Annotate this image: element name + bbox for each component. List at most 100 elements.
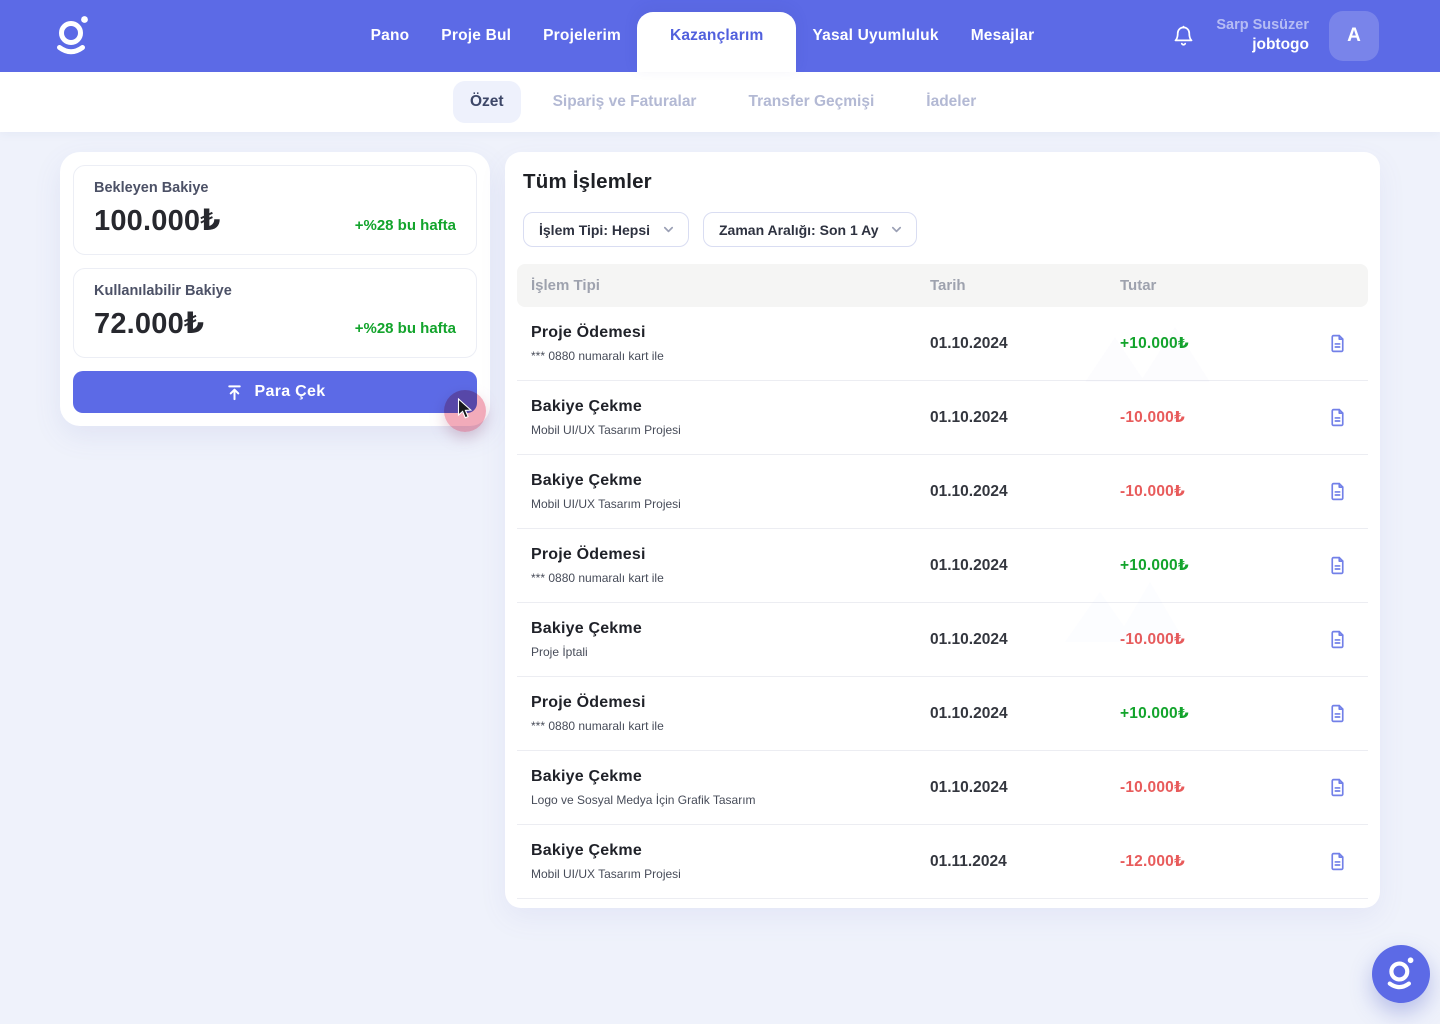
transactions-table: İşlem Tipi Tarih Tutar Proje Ödemesi ***… [517, 264, 1368, 899]
receipt-button[interactable] [1320, 327, 1354, 361]
transaction-amount: -10.000₺ [1120, 409, 1185, 426]
jobtogo-logo-icon [57, 16, 88, 55]
pending-balance-card: Bekleyen Bakiye 100.000₺ +%28 bu hafta [73, 165, 477, 255]
transaction-date: 01.10.2024 [930, 704, 1008, 722]
nav-items: Pano Proje Bul Projelerim Kazançlarım Ya… [355, 0, 1051, 72]
receipt-button[interactable] [1320, 623, 1354, 657]
transaction-amount: -10.000₺ [1120, 631, 1185, 648]
document-icon [1330, 852, 1344, 871]
transaction-detail: *** 0880 numaralı kart ile [531, 719, 664, 733]
chevron-down-icon [663, 226, 674, 233]
avatar[interactable]: A [1329, 11, 1379, 61]
table-header: İşlem Tipi Tarih Tutar [517, 264, 1368, 307]
nav-item-mesajlar[interactable]: Mesajlar [955, 0, 1051, 72]
document-icon [1330, 556, 1344, 575]
transaction-type: Bakiye Çekme [531, 768, 642, 785]
tab-transfer-gecmisi[interactable]: Transfer Geçmişi [728, 81, 894, 123]
user-meta[interactable]: Sarp Susüzer jobtogo [1216, 16, 1309, 56]
table-row[interactable]: Proje Ödemesi *** 0880 numaralı kart ile… [517, 677, 1368, 751]
table-row[interactable]: Bakiye Çekme Mobil UI/UX Tasarım Projesi… [517, 455, 1368, 529]
pending-balance-amount: 100.000₺ [94, 205, 221, 237]
transaction-detail: *** 0880 numaralı kart ile [531, 571, 664, 585]
available-balance-card: Kullanılabilir Bakiye 72.000₺ +%28 bu ha… [73, 268, 477, 358]
transaction-type: Proje Ödemesi [531, 324, 646, 341]
withdraw-button[interactable]: Para Çek [73, 371, 477, 413]
filter-date-range-label: Zaman Aralığı: Son 1 Ay [719, 221, 879, 238]
avatar-initial: A [1347, 25, 1361, 46]
filter-date-range[interactable]: Zaman Aralığı: Son 1 Ay [703, 212, 918, 247]
transaction-rows: Proje Ödemesi *** 0880 numaralı kart ile… [517, 307, 1368, 899]
nav-item-kazanclarim[interactable]: Kazançlarım [636, 12, 797, 72]
user-company: jobtogo [1252, 36, 1309, 54]
available-balance-label: Kullanılabilir Bakiye [94, 283, 232, 299]
transaction-amount: +10.000₺ [1120, 335, 1189, 352]
filter-transaction-type-label: İşlem Tipi: Hepsi [539, 221, 650, 238]
transaction-type: Bakiye Çekme [531, 398, 642, 415]
transaction-date: 01.10.2024 [930, 630, 1008, 648]
transaction-detail: *** 0880 numaralı kart ile [531, 349, 664, 363]
transaction-type: Proje Ödemesi [531, 546, 646, 563]
table-row[interactable]: Bakiye Çekme Mobil UI/UX Tasarım Projesi… [517, 825, 1368, 899]
column-header-type: İşlem Tipi [531, 277, 600, 294]
table-row[interactable]: Bakiye Çekme Proje İptali 01.10.2024 -10… [517, 603, 1368, 677]
jobtogo-logo[interactable] [50, 11, 96, 61]
nav-item-label: Mesajlar [970, 27, 1035, 44]
document-icon [1330, 704, 1344, 723]
transaction-type: Bakiye Çekme [531, 472, 642, 489]
table-row[interactable]: Bakiye Çekme Mobil UI/UX Tasarım Projesi… [517, 381, 1368, 455]
table-row[interactable]: Proje Ödemesi *** 0880 numaralı kart ile… [517, 307, 1368, 381]
nav-item-pano[interactable]: Pano [355, 0, 426, 72]
tab-label: İadeler [926, 93, 977, 110]
transaction-amount: -10.000₺ [1120, 779, 1185, 796]
tab-siparis-ve-faturalar[interactable]: Sipariş ve Faturalar [533, 81, 717, 123]
transaction-date: 01.10.2024 [930, 408, 1008, 426]
receipt-button[interactable] [1320, 401, 1354, 435]
receipt-button[interactable] [1320, 771, 1354, 805]
tab-ozet[interactable]: Özet [453, 81, 521, 123]
transaction-date: 01.10.2024 [930, 778, 1008, 796]
transaction-detail: Proje İptali [531, 645, 588, 659]
transaction-type: Bakiye Çekme [531, 620, 642, 637]
column-header-amount: Tutar [1120, 277, 1157, 294]
transaction-type: Proje Ödemesi [531, 694, 646, 711]
transaction-date: 01.10.2024 [930, 556, 1008, 574]
tab-iadeler[interactable]: İadeler [906, 81, 996, 123]
tab-label: Sipariş ve Faturalar [552, 93, 697, 110]
nav-item-yasal-uyumluluk[interactable]: Yasal Uyumluluk [796, 0, 954, 72]
nav-item-label: Kazançlarım [669, 27, 764, 44]
table-row[interactable]: Proje Ödemesi *** 0880 numaralı kart ile… [517, 529, 1368, 603]
chat-fab-button[interactable] [1372, 945, 1430, 1003]
document-icon [1330, 778, 1344, 797]
transaction-amount: -10.000₺ [1120, 483, 1185, 500]
withdraw-button-label: Para Çek [254, 383, 326, 400]
receipt-button[interactable] [1320, 549, 1354, 583]
filters: İşlem Tipi: Hepsi Zaman Aralığı: Son 1 A… [523, 212, 1368, 247]
user-name: Sarp Susüzer [1216, 16, 1309, 33]
column-header-date: Tarih [930, 277, 966, 294]
transaction-amount: +10.000₺ [1120, 557, 1189, 574]
document-icon [1330, 334, 1344, 353]
pending-balance-label: Bekleyen Bakiye [94, 180, 209, 196]
transaction-date: 01.11.2024 [930, 852, 1007, 870]
receipt-button[interactable] [1320, 697, 1354, 731]
receipt-button[interactable] [1320, 475, 1354, 509]
receipt-button[interactable] [1320, 845, 1354, 879]
table-row[interactable]: Bakiye Çekme Logo ve Sosyal Medya İçin G… [517, 751, 1368, 825]
cursor-icon [457, 398, 473, 419]
panel-title: Tüm İşlemler [523, 170, 652, 193]
document-icon [1330, 630, 1344, 649]
nav-item-label: Projelerim [543, 27, 621, 44]
page: Pano Proje Bul Projelerim Kazançlarım Ya… [0, 0, 1440, 1024]
nav-item-projelerim[interactable]: Projelerim [527, 0, 637, 72]
tab-label: Özet [470, 93, 504, 110]
pending-balance-delta: +%28 bu hafta [354, 217, 456, 234]
tabs: Özet Sipariş ve Faturalar Transfer Geçmi… [453, 81, 996, 123]
transaction-detail: Mobil UI/UX Tasarım Projesi [531, 497, 681, 511]
transaction-detail: Mobil UI/UX Tasarım Projesi [531, 867, 681, 881]
filter-transaction-type[interactable]: İşlem Tipi: Hepsi [523, 212, 689, 247]
transaction-type: Bakiye Çekme [531, 842, 642, 859]
notifications-button[interactable] [1170, 23, 1196, 49]
transaction-date: 01.10.2024 [930, 482, 1008, 500]
nav-item-proje-bul[interactable]: Proje Bul [425, 0, 527, 72]
transaction-detail: Mobil UI/UX Tasarım Projesi [531, 423, 681, 437]
